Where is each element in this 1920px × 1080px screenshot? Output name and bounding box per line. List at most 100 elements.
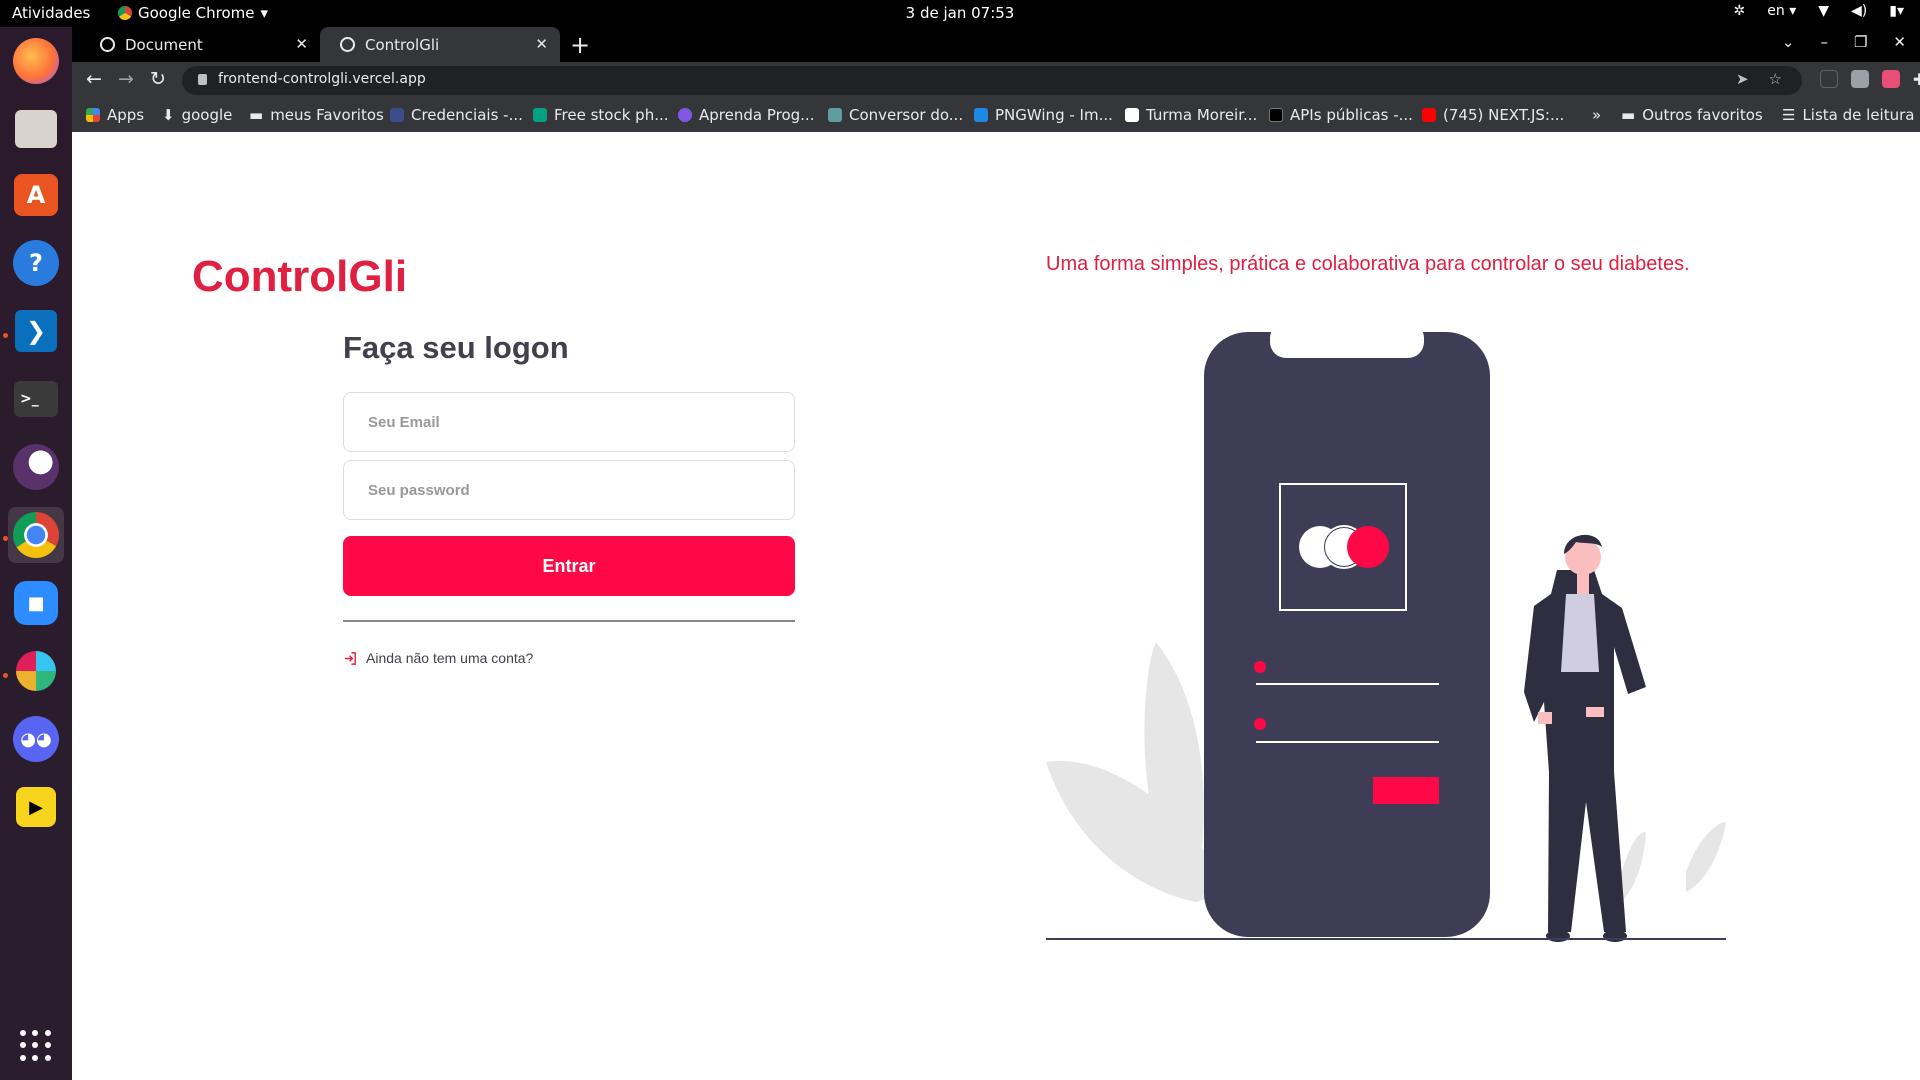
slack-tray-icon[interactable]: ✲ — [1734, 3, 1746, 19]
reading-list[interactable]: ☰ Lista de leitura — [1782, 106, 1914, 124]
submit-button[interactable]: Entrar — [343, 536, 795, 596]
send-icon[interactable]: ➤ — [1736, 70, 1749, 88]
bookmark-aprenda[interactable]: Aprenda Prog... — [678, 106, 814, 124]
download-icon: ⬇ — [162, 106, 175, 124]
dock-software[interactable]: A — [8, 167, 64, 223]
back-icon[interactable]: ← — [86, 68, 102, 90]
bookmark-credenciais[interactable]: Credenciais -... — [390, 106, 523, 124]
phone-notch — [1270, 332, 1424, 358]
address-bar[interactable]: frontend-controlgli.vercel.app ➤ ☆ — [182, 66, 1802, 95]
dock-kolourpaint[interactable]: ▶ — [8, 779, 64, 835]
wifi-icon[interactable]: ▼ — [1818, 3, 1829, 19]
dock-chrome[interactable] — [8, 507, 64, 563]
dock-firefox[interactable] — [8, 33, 64, 89]
phone-body — [1204, 332, 1490, 937]
rocketseat-icon — [678, 108, 692, 122]
clock[interactable]: 3 de jan 07:53 — [0, 4, 1920, 22]
bookmark-free-stock[interactable]: Free stock ph... — [533, 106, 669, 124]
tab-title: ControlGli — [365, 35, 440, 54]
vscode-icon: ❯ — [15, 310, 57, 352]
bookmark-conversor[interactable]: Conversor do... — [828, 106, 963, 124]
slack-icon — [16, 651, 56, 691]
dock-files[interactable] — [8, 101, 64, 157]
language-indicator[interactable]: en ▾ — [1767, 3, 1796, 19]
tab-search-icon[interactable]: ⌄ — [1782, 33, 1795, 51]
apps-grid-icon — [86, 108, 100, 122]
extension-icon[interactable] — [1820, 70, 1838, 88]
software-icon: A — [14, 174, 58, 216]
folder-icon: ▬ — [1621, 106, 1636, 124]
dock-tor[interactable] — [8, 439, 64, 495]
dr-icon — [1269, 108, 1283, 122]
system-tray[interactable]: ✲ en ▾ ▼ ◀) ▮▾ — [1734, 3, 1904, 19]
login-illustration — [1046, 332, 1726, 942]
lock-icon[interactable] — [198, 74, 207, 85]
dock-terminal[interactable]: >_ — [8, 371, 64, 427]
star-icon[interactable]: ☆ — [1769, 70, 1782, 88]
bookmark-google[interactable]: ⬇ google — [162, 106, 232, 124]
browser-window: Document ✕ ControlGli ✕ + ⌄ – ❐ ✕ ← → ↻ … — [72, 27, 1920, 132]
signup-link[interactable]: Ainda não tem uma conta? — [343, 650, 795, 666]
folder-icon: ▬ — [249, 106, 264, 124]
dock-help[interactable]: ? — [8, 235, 64, 291]
field-dot — [1254, 718, 1266, 730]
activities-button[interactable]: Atividades — [12, 4, 90, 22]
reading-list-icon: ☰ — [1782, 106, 1796, 124]
volume-icon[interactable]: ◀) — [1851, 3, 1867, 19]
dock: A ? ❯ >_ ■ ◕◕ ▶ — [0, 27, 72, 1080]
show-applications-button[interactable] — [20, 1030, 52, 1062]
dock-slack[interactable] — [8, 643, 64, 699]
extension-icon[interactable] — [1882, 70, 1900, 88]
bookmarks-overflow[interactable]: » — [1592, 106, 1601, 124]
puzzle-icon[interactable]: ✚ — [1913, 70, 1920, 89]
app-menu-label: Google Chrome — [138, 4, 255, 22]
globe-icon — [340, 37, 355, 52]
tab-controlgli[interactable]: ControlGli ✕ — [320, 27, 560, 62]
url-text[interactable]: frontend-controlgli.vercel.app — [218, 71, 426, 87]
password-field[interactable] — [343, 460, 795, 520]
divider — [343, 620, 795, 622]
dock-zoom[interactable]: ■ — [8, 575, 64, 631]
bookmark-apps[interactable]: Apps — [86, 106, 144, 124]
close-tab-icon[interactable]: ✕ — [295, 35, 308, 53]
maximize-icon[interactable]: ❐ — [1854, 33, 1867, 51]
caret-down-icon: ▾ — [260, 4, 269, 22]
new-tab-button[interactable]: + — [570, 31, 590, 59]
other-bookmarks[interactable]: ▬ Outros favoritos — [1621, 106, 1763, 124]
pexels-icon — [533, 108, 547, 122]
kolourpaint-icon: ▶ — [16, 787, 56, 827]
dock-vscode[interactable]: ❯ — [8, 303, 64, 359]
dock-discord[interactable]: ◕◕ — [8, 711, 64, 767]
tagline: Uma forma simples, prática e colaborativ… — [1046, 253, 1690, 275]
bookmark-pngwing[interactable]: PNGWing - Im... — [974, 106, 1113, 124]
api-icon — [390, 108, 404, 122]
close-window-icon[interactable]: ✕ — [1893, 33, 1906, 51]
tab-document[interactable]: Document ✕ — [80, 27, 320, 62]
reload-icon[interactable]: ↻ — [150, 68, 166, 90]
youtube-icon — [1422, 108, 1436, 122]
app-menu[interactable]: Google Chrome ▾ — [118, 4, 268, 22]
bookmark-folder[interactable]: ▬ meus Favoritos — [249, 106, 384, 124]
leaf-shape — [1686, 822, 1726, 892]
bookmark-apis[interactable]: APIs públicas -... — [1269, 106, 1413, 124]
logo-circle — [1347, 526, 1389, 568]
system-top-bar: Atividades Google Chrome ▾ 3 de jan 07:5… — [0, 0, 1920, 27]
bookmark-youtube[interactable]: (745) NEXT.JS:... — [1422, 106, 1564, 124]
page: ControlGli Faça seu logon Entrar Ainda n… — [72, 132, 1920, 1080]
zoom-icon: ■ — [14, 581, 58, 625]
bookmarks-bar: Apps ⬇ google ▬ meus Favoritos Credenciais… — [72, 99, 1920, 132]
chrome-icon — [13, 512, 59, 558]
battery-icon[interactable]: ▮▾ — [1889, 3, 1904, 19]
forward-icon[interactable]: → — [118, 68, 134, 90]
brand-logo: ControlGli — [192, 252, 408, 301]
close-tab-icon[interactable]: ✕ — [535, 35, 548, 53]
bookmark-turma[interactable]: Turma Moreir... — [1125, 106, 1257, 124]
logon-form: Faça seu logon Entrar Ainda não tem uma … — [343, 330, 795, 666]
discord-icon: ◕◕ — [13, 716, 59, 762]
chrome-icon — [118, 6, 132, 20]
email-field[interactable] — [343, 392, 795, 452]
converter-icon — [828, 108, 842, 122]
extension-icon[interactable] — [1851, 70, 1869, 88]
pngwing-icon — [974, 108, 988, 122]
minimize-icon[interactable]: – — [1820, 33, 1828, 51]
